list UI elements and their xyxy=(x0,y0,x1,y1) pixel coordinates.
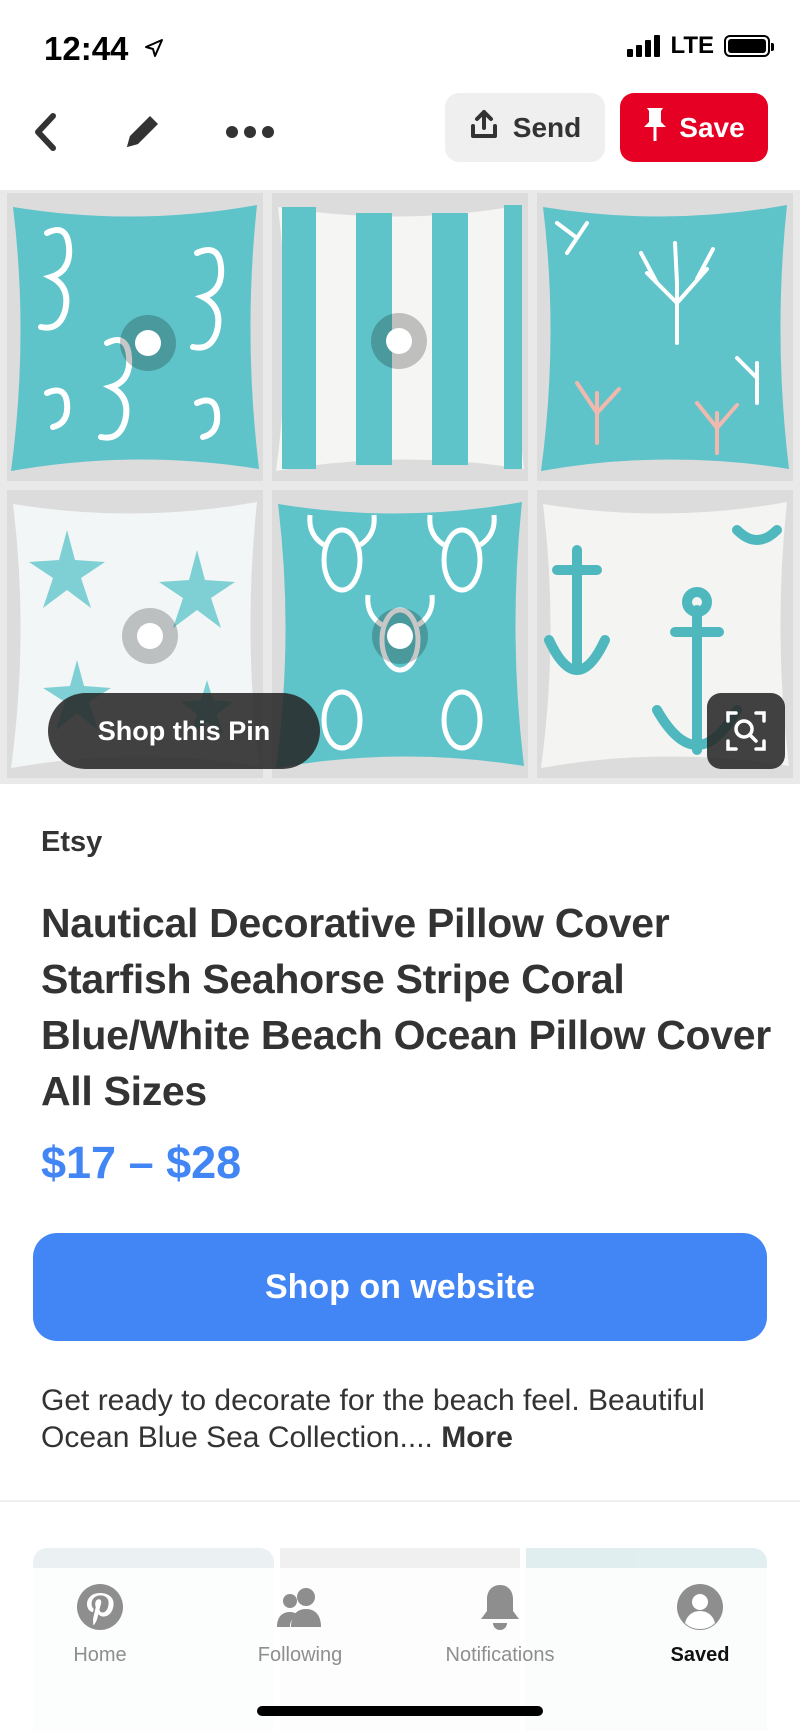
status-time: 12:44 xyxy=(44,28,164,68)
tab-saved[interactable]: Saved xyxy=(630,1582,770,1667)
top-nav: Send Save xyxy=(0,90,800,190)
battery-icon xyxy=(724,35,774,57)
product-hotspot-4[interactable] xyxy=(372,608,428,664)
save-label: Save xyxy=(679,111,745,143)
product-hotspot-2[interactable] xyxy=(371,313,427,369)
divider xyxy=(0,1500,800,1502)
tab-label-home: Home xyxy=(73,1644,127,1666)
tab-label-notifications: Notifications xyxy=(445,1644,555,1666)
upload-icon xyxy=(469,109,499,146)
pin-source[interactable]: Etsy xyxy=(41,826,102,859)
pin-description: Get ready to decorate for the beach feel… xyxy=(41,1382,761,1456)
status-time-text: 12:44 xyxy=(44,30,129,67)
tab-label-saved: Saved xyxy=(670,1644,730,1666)
status-indicators: LTE xyxy=(627,32,774,60)
people-icon xyxy=(275,1582,325,1632)
pinterest-logo-icon xyxy=(75,1582,125,1632)
tab-notifications[interactable]: Notifications xyxy=(430,1582,570,1667)
tab-home[interactable]: Home xyxy=(30,1582,170,1667)
home-indicator[interactable] xyxy=(257,1706,543,1716)
send-label: Send xyxy=(512,111,582,143)
pushpin-icon xyxy=(643,106,667,149)
more-link[interactable]: More xyxy=(441,1421,513,1454)
tab-label-following: Following xyxy=(257,1644,343,1666)
bell-icon xyxy=(475,1582,525,1632)
edit-pencil-icon[interactable] xyxy=(110,100,174,164)
product-hotspot-1[interactable] xyxy=(120,315,176,371)
location-arrow-icon xyxy=(144,28,164,66)
status-bar: 12:44 LTE xyxy=(0,0,800,90)
shop-on-website-button[interactable]: Shop on website xyxy=(33,1233,767,1341)
description-text: Get ready to decorate for the beach feel… xyxy=(41,1384,705,1454)
visual-search-icon[interactable] xyxy=(707,693,785,769)
pin-price: $17 – $28 xyxy=(41,1137,242,1188)
tab-following[interactable]: Following xyxy=(230,1582,370,1667)
save-button[interactable]: Save xyxy=(620,93,768,162)
profile-avatar-icon xyxy=(675,1582,725,1632)
pin-image[interactable]: Shop this Pin xyxy=(0,190,800,784)
signal-icon xyxy=(627,35,661,57)
back-chevron-icon[interactable] xyxy=(14,100,78,164)
network-type: LTE xyxy=(670,32,714,59)
pillow-image-coral xyxy=(537,193,793,481)
product-hotspot-3[interactable] xyxy=(122,608,178,664)
send-button[interactable]: Send xyxy=(445,93,605,162)
pin-title: Nautical Decorative Pillow Cover Starfis… xyxy=(41,900,771,1114)
shop-this-pin-button[interactable]: Shop this Pin xyxy=(48,693,320,769)
more-dots-icon[interactable] xyxy=(218,100,282,164)
